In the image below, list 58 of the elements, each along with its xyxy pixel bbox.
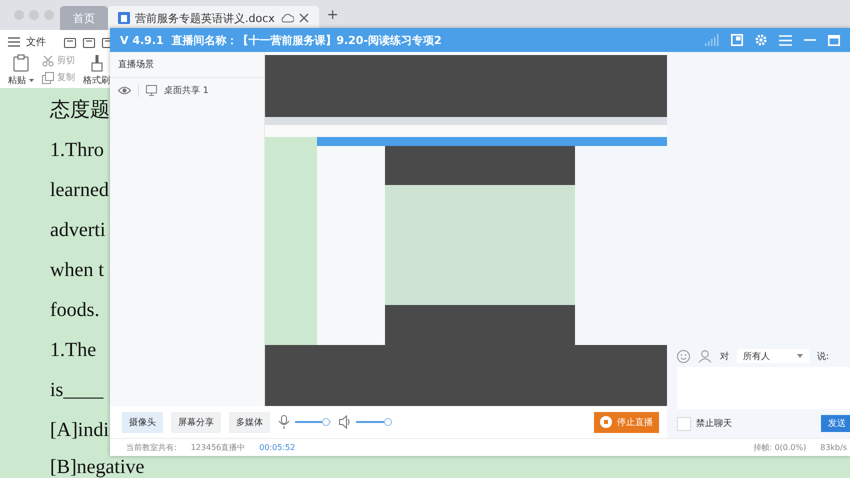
- source-button[interactable]: 多媒体: [229, 412, 270, 432]
- document-icon: [118, 12, 130, 24]
- document-text: [A]indi: [50, 418, 109, 443]
- document-text: 1.The: [50, 338, 96, 363]
- menu-icon: [8, 37, 20, 47]
- document-text: learned: [50, 178, 109, 203]
- timer-text: 00:05:52: [259, 443, 296, 452]
- monitor-icon: [146, 85, 157, 96]
- caret-icon: [29, 79, 34, 82]
- close-icon[interactable]: [298, 13, 309, 23]
- user-icon[interactable]: [698, 350, 712, 362]
- document-text: [B]negative: [50, 456, 144, 478]
- status-text: 83kb/s: [820, 443, 847, 452]
- status-text: 掉帧: 0(0.0%): [753, 442, 806, 453]
- slider-thumb[interactable]: [384, 418, 392, 426]
- settings-icon[interactable]: [755, 34, 767, 46]
- panel-header: 直播场景: [110, 52, 264, 78]
- caret-icon: [797, 354, 803, 358]
- scissors-icon: [42, 54, 54, 66]
- source-button[interactable]: 屏幕分享: [171, 412, 221, 432]
- checkbox-label: 禁止聊天: [696, 418, 732, 430]
- microphone-icon: [278, 415, 290, 429]
- scene-item[interactable]: 桌面共享 1: [110, 78, 264, 103]
- document-text: is____: [50, 378, 104, 403]
- copy-icon: [42, 72, 54, 84]
- volume-slider[interactable]: [356, 418, 392, 426]
- smiley-icon[interactable]: [677, 350, 690, 362]
- speaker-icon: [339, 415, 351, 429]
- send-button[interactable]: 发送: [821, 415, 850, 432]
- slider-thumb[interactable]: [322, 418, 330, 426]
- source-button[interactable]: 摄像头: [122, 412, 163, 432]
- volume-slider[interactable]: [295, 418, 331, 426]
- new-tab-button[interactable]: +: [318, 7, 347, 23]
- browser-tab[interactable]: 营前服务专题英语讲义.docx: [108, 6, 319, 30]
- brush-icon: [88, 54, 104, 72]
- menu-icon[interactable]: [779, 34, 792, 46]
- cloud-icon: [280, 13, 294, 23]
- signal-icon: [705, 34, 719, 46]
- window-title: V 4.9.1 直播间名称：【十一营前服务课】9.20-阅读练习专项2: [120, 32, 442, 48]
- status-text: 123456直播中: [190, 442, 246, 453]
- stop-icon: [600, 416, 612, 428]
- document-text: 1.Thro: [50, 138, 104, 163]
- document-text: when t: [50, 258, 104, 283]
- format-painter-button[interactable]: 格式刷: [83, 54, 110, 87]
- file-menu[interactable]: 文件: [26, 35, 46, 49]
- document-text: adverti: [50, 218, 106, 243]
- paste-button[interactable]: 粘贴: [8, 54, 34, 87]
- picture-in-picture-icon[interactable]: [731, 34, 743, 46]
- document-text: 态度题: [50, 98, 110, 123]
- status-text: 当前教室共有:: [126, 442, 177, 453]
- to-label: 对: [720, 350, 729, 362]
- say-label: 说:: [817, 350, 830, 362]
- maximize-icon[interactable]: [828, 34, 840, 46]
- eye-icon: [118, 86, 131, 95]
- recipient-dropdown[interactable]: 所有人: [737, 349, 809, 363]
- document-text: foods.: [50, 298, 100, 323]
- checkbox[interactable]: [677, 416, 691, 430]
- clipboard-icon: [13, 54, 29, 72]
